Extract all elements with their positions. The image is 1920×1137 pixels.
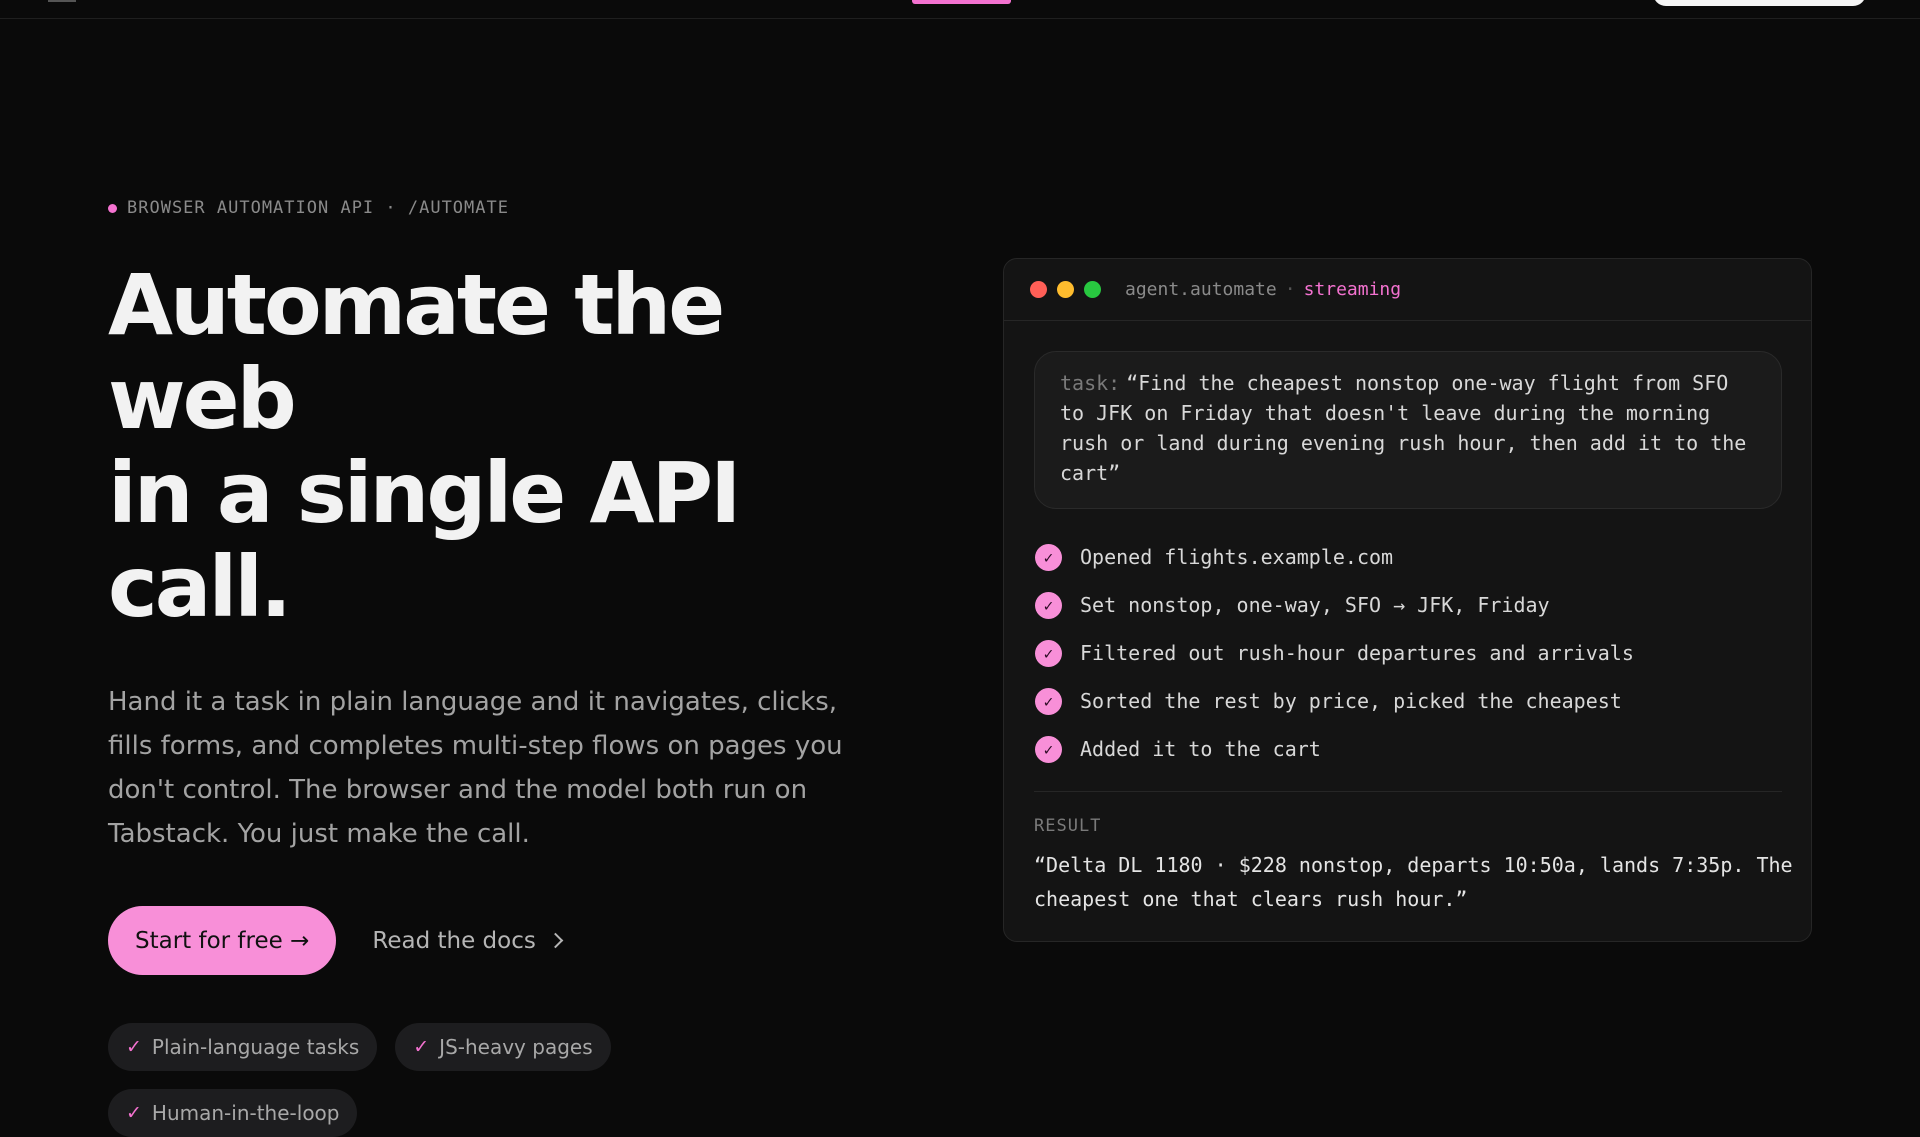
- list-item: ✓ Filtered out rush-hour departures and …: [1034, 629, 1781, 677]
- chevron-right-icon: [547, 932, 564, 949]
- check-icon: ✓: [126, 1036, 142, 1058]
- feature-chip: ✓ Human-in-the-loop: [108, 1089, 358, 1137]
- check-circle-icon: ✓: [1035, 639, 1062, 667]
- check-circle-icon: ✓: [1035, 591, 1062, 619]
- step-label: Filtered out rush-hour departures and ar…: [1080, 641, 1634, 665]
- feature-chips: ✓ Plain-language tasks ✓ JS-heavy pages …: [108, 1023, 668, 1137]
- task-prefix: task:: [1060, 371, 1121, 395]
- headline-line-2: in a single API call.: [108, 444, 741, 636]
- step-list: ✓ Opened flights.example.com ✓ Set nonst…: [1034, 533, 1781, 773]
- eyebrow: BROWSER AUTOMATION API · /AUTOMATE: [108, 196, 868, 220]
- feature-chip: ✓ Plain-language tasks: [108, 1023, 378, 1071]
- step-label: Added it to the cart: [1080, 737, 1321, 761]
- active-nav-indicator: [912, 0, 1011, 4]
- feature-chip-label: JS-heavy pages: [439, 1035, 593, 1059]
- terminal-body: task: “Find the cheapest nonstop one-way …: [1004, 321, 1811, 916]
- check-circle-icon: ✓: [1035, 735, 1062, 763]
- list-item: ✓ Sorted the rest by price, picked the c…: [1034, 677, 1781, 725]
- task-text: “Find the cheapest nonstop one-way fligh…: [1060, 371, 1747, 485]
- step-label: Opened flights.example.com: [1080, 545, 1394, 569]
- divider: [1034, 791, 1782, 792]
- terminal-separator: ·: [1284, 279, 1296, 300]
- start-for-free-button[interactable]: Start for free →: [108, 906, 337, 975]
- step-label: Sorted the rest by price, picked the che…: [1080, 689, 1622, 713]
- page-title: Automate the web in a single API call.: [108, 258, 868, 634]
- feature-chip-label: Human-in-the-loop: [151, 1101, 340, 1125]
- terminal-header: agent.automate · streaming: [1004, 259, 1811, 321]
- window-close-dot-icon: [1030, 281, 1047, 298]
- check-circle-icon: ✓: [1035, 687, 1062, 715]
- check-circle-icon: ✓: [1035, 543, 1062, 571]
- check-icon: ✓: [413, 1036, 430, 1058]
- menu-icon[interactable]: [48, 0, 76, 2]
- hero-description: Hand it a task in plain language and it …: [108, 687, 843, 849]
- terminal-command: agent.automate: [1125, 279, 1277, 300]
- top-nav-cta-button[interactable]: [1653, 0, 1866, 6]
- eyebrow-text: BROWSER AUTOMATION API · /AUTOMATE: [127, 198, 509, 218]
- headline-line-1: Automate the web: [108, 256, 725, 448]
- feature-chip: ✓ JS-heavy pages: [395, 1023, 611, 1071]
- status-dot-icon: [108, 203, 117, 213]
- task-prompt-box: task: “Find the cheapest nonstop one-way …: [1034, 351, 1782, 509]
- streaming-status: streaming: [1303, 279, 1402, 300]
- result-text: “Delta DL 1180 · $228 nonstop, departs 1…: [1034, 853, 1793, 911]
- cta-row: Start for free → Read the docs: [108, 906, 868, 975]
- step-label: Set nonstop, one-way, SFO → JFK, Friday: [1080, 593, 1550, 617]
- list-item: ✓ Added it to the cart: [1034, 725, 1781, 773]
- list-item: ✓ Opened flights.example.com: [1034, 533, 1781, 581]
- window-maximize-dot-icon: [1084, 281, 1101, 298]
- top-nav-bar: [0, 0, 1920, 19]
- terminal-title: agent.automate · streaming: [1125, 279, 1401, 300]
- result-label: RESULT: [1034, 816, 1102, 836]
- read-the-docs-link[interactable]: Read the docs: [372, 927, 564, 954]
- agent-terminal-card: agent.automate · streaming task: “Find the …: [1003, 258, 1812, 942]
- list-item: ✓ Set nonstop, one-way, SFO → JFK, Frida…: [1034, 581, 1781, 629]
- window-minimize-dot-icon: [1057, 281, 1074, 298]
- hero-section: BROWSER AUTOMATION API · /AUTOMATE Autom…: [108, 196, 868, 1137]
- read-the-docs-label: Read the docs: [372, 927, 536, 954]
- check-icon: ✓: [126, 1102, 142, 1124]
- feature-chip-label: Plain-language tasks: [151, 1035, 360, 1059]
